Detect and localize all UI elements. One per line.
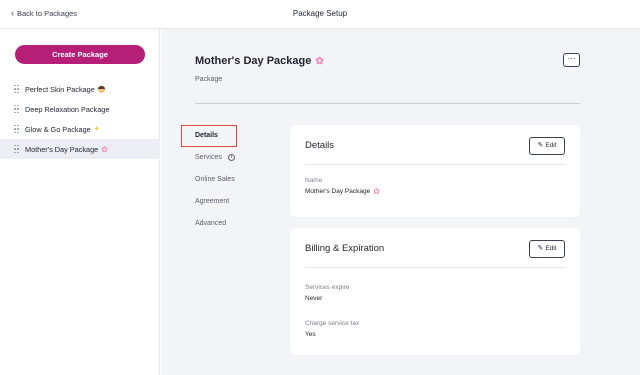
- section-nav-details[interactable]: Details: [181, 125, 271, 147]
- card-divider: [305, 267, 565, 268]
- woman-face-emoji-icon: [97, 85, 105, 93]
- billing-expiration-card: Billing & Expiration ✎ Edit Services expi…: [290, 228, 580, 355]
- create-package-button[interactable]: Create Package: [15, 45, 145, 64]
- page-title: Package Setup: [292, 9, 348, 18]
- edit-button-label: Edit: [545, 245, 557, 252]
- package-list-item-active[interactable]: Mother's Day Package ✿: [0, 139, 160, 159]
- cherry-blossom-emoji-icon: ✿: [373, 187, 380, 196]
- edit-details-button[interactable]: ✎ Edit: [529, 137, 565, 155]
- sidebar: Create Package Perfect Skin Package Deep…: [0, 29, 160, 375]
- drag-handle-icon[interactable]: [14, 104, 19, 114]
- package-list-item-label: Perfect Skin Package: [25, 84, 95, 94]
- section-nav-label: Agreement: [195, 198, 230, 205]
- section-nav-advanced[interactable]: Advanced: [181, 213, 271, 235]
- sparkles-emoji-icon: ✦: [93, 126, 100, 133]
- drag-handle-icon[interactable]: [14, 144, 19, 154]
- package-list: Perfect Skin Package Deep Relaxation Pac…: [0, 79, 160, 159]
- name-field-label: Name: [305, 177, 323, 184]
- cherry-blossom-emoji-icon: ✿: [315, 55, 324, 67]
- pencil-icon: ✎: [537, 142, 544, 149]
- section-nav-agreement[interactable]: Agreement: [181, 191, 271, 213]
- services-expire-value: Never: [305, 295, 323, 302]
- name-value-text: Mother's Day Package: [305, 188, 371, 195]
- header-divider: [195, 103, 580, 104]
- drag-handle-icon[interactable]: [14, 124, 19, 134]
- active-highlight-box: [181, 125, 237, 147]
- drag-handle-icon[interactable]: [14, 84, 19, 94]
- charge-tax-value: Yes: [305, 331, 316, 338]
- card-divider: [305, 164, 565, 165]
- info-icon[interactable]: i: [227, 153, 235, 161]
- pencil-icon: ✎: [537, 245, 544, 252]
- section-nav-label: Online Sales: [195, 176, 235, 183]
- package-list-item[interactable]: Deep Relaxation Package: [0, 99, 160, 119]
- section-nav: Details Services i Online Sales Agreemen…: [181, 125, 271, 235]
- section-nav-label: Advanced: [195, 220, 227, 227]
- details-card: Details ✎ Edit Name Mother's Day Package …: [290, 125, 580, 217]
- services-expire-label: Services expire: [305, 284, 350, 291]
- details-card-title: Details: [305, 140, 335, 151]
- more-options-button[interactable]: ···: [563, 53, 580, 67]
- package-title: Mother's Day Package ✿: [195, 55, 324, 67]
- name-field-value: Mother's Day Package ✿: [305, 187, 380, 196]
- main-content: Mother's Day Package ✿ Package ··· Detai…: [161, 29, 640, 375]
- package-title-text: Mother's Day Package: [195, 55, 312, 67]
- section-nav-online-sales[interactable]: Online Sales: [181, 169, 271, 191]
- package-list-item-label: Deep Relaxation Package: [25, 104, 110, 114]
- top-bar: ‹ Back to Packages Package Setup: [0, 0, 640, 29]
- edit-button-label: Edit: [545, 142, 557, 149]
- charge-tax-label: Charge service tax: [305, 320, 360, 327]
- package-list-item-label: Glow & Go Package: [25, 124, 91, 134]
- cherry-blossom-emoji-icon: ✿: [101, 144, 108, 154]
- package-list-item[interactable]: Perfect Skin Package: [0, 79, 160, 99]
- package-type-label: Package: [195, 76, 223, 83]
- section-nav-label: Services: [195, 154, 222, 161]
- section-nav-services[interactable]: Services i: [181, 147, 271, 169]
- package-list-item[interactable]: Glow & Go Package ✦: [0, 119, 160, 139]
- billing-card-title: Billing & Expiration: [305, 243, 385, 254]
- edit-billing-button[interactable]: ✎ Edit: [529, 240, 565, 258]
- package-list-item-label: Mother's Day Package: [25, 144, 99, 154]
